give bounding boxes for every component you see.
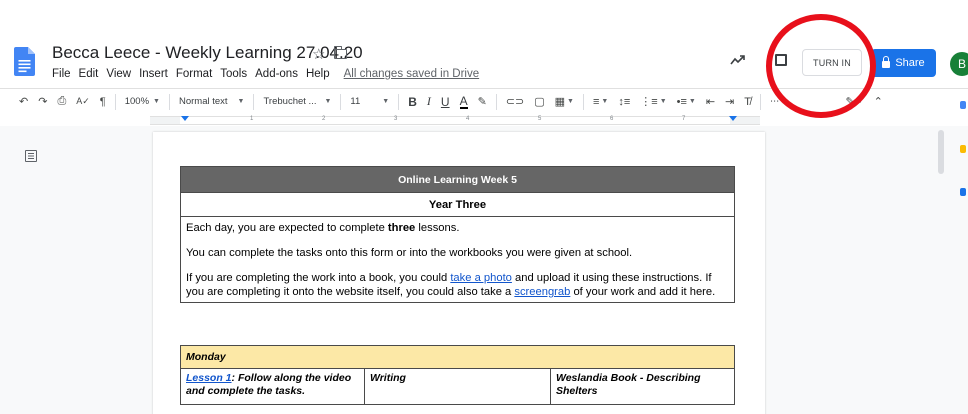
menu-format[interactable]: Format [176,68,212,80]
move-folder-icon[interactable] [334,46,347,59]
zoom-select[interactable]: 100% ▼ [120,96,165,107]
menu-tools[interactable]: Tools [220,68,247,80]
side-panel-keep-icon[interactable] [960,101,966,109]
left-indent-marker[interactable] [181,116,189,121]
chevron-down-icon: ▼ [382,98,390,105]
document-outline-icon[interactable] [25,150,37,162]
formatting-toolbar: ↶ ↷ ⎙ A✓ ¶ 100% ▼ Normal text ▼ Trebuchet … [0,88,968,114]
ruler-number: 6 [610,116,614,122]
redo-icon[interactable]: ↷ [33,95,52,108]
more-options-button[interactable]: ⋯ [765,96,785,107]
turn-in-button[interactable]: TURN IN [802,49,862,76]
editing-mode-icon[interactable]: ✎ ▼ [841,95,869,108]
monday-table: Monday Lesson 1: Follow along the video … [180,345,735,405]
star-icon[interactable]: ☆ [312,45,325,63]
spellcheck-icon[interactable]: A✓ [71,96,95,107]
paint-format-icon[interactable]: ¶ [95,96,111,108]
lock-icon [882,56,891,68]
vertical-scrollbar[interactable] [938,130,944,174]
print-icon[interactable]: ⎙ [52,95,71,108]
menu-bar: File Edit View Insert Format Tools Add-o… [52,68,479,80]
add-comment-icon[interactable]: ▢ [529,95,549,108]
font-size-value: 11 [350,96,361,107]
underline-button[interactable]: U [436,95,455,109]
docs-logo-icon[interactable] [14,47,35,76]
line-spacing-icon[interactable]: ↕≡ [613,96,635,108]
collapse-chevron-icon[interactable]: ⌃ [869,95,888,108]
align-icon[interactable]: ≡ ▼ [588,96,613,108]
lesson-cell[interactable]: Lesson 1: Follow along the video and com… [180,368,365,405]
bulleted-list-icon[interactable]: •≡ ▼ [672,96,701,108]
style-value: Normal text [178,96,228,107]
clear-formatting-icon[interactable]: T̸ [739,96,756,108]
bold-button[interactable]: B [403,95,422,109]
lesson-1-link[interactable]: Lesson 1 [186,372,232,384]
table-header[interactable]: Online Learning Week 5 [180,166,735,193]
share-button[interactable]: Share [871,49,936,77]
menu-insert[interactable]: Insert [139,68,168,80]
link-icon[interactable]: ⊂⊃ [501,95,529,108]
intro-paragraph-2: You can complete the tasks onto this for… [186,247,633,259]
highlight-icon[interactable]: ✎ [473,95,492,108]
day-header[interactable]: Monday [180,345,735,369]
ruler-number: 2 [322,116,326,122]
ruler-number: 7 [682,116,686,122]
text-color-button[interactable]: A [455,95,473,109]
ruler-active-area [180,117,730,124]
font-value: Trebuchet ... [263,96,317,107]
user-avatar[interactable]: B [950,52,968,76]
menu-help[interactable]: Help [306,68,330,80]
take-a-photo-link[interactable]: take a photo [450,272,512,284]
side-panel-tasks-icon[interactable] [960,145,966,153]
intro-text-cell[interactable]: Each day, you are expected to complete t… [180,216,735,303]
ruler-number: 5 [538,116,542,122]
chevron-down-icon: ▼ [153,98,160,105]
numbered-list-icon[interactable]: ⋮≡ ▼ [635,95,671,108]
style-select[interactable]: Normal text ▼ [174,96,250,107]
intro-paragraph-3: If you are completing the work into a bo… [186,272,716,298]
chevron-down-icon: ▼ [324,98,332,105]
menu-edit[interactable]: Edit [79,68,99,80]
increase-indent-icon[interactable]: ⇥ [720,95,739,108]
font-size-select[interactable]: 11 ▼ [345,96,394,107]
decrease-indent-icon[interactable]: ⇤ [701,95,720,108]
undo-icon[interactable]: ↶ [14,95,33,108]
screengrab-link[interactable]: screengrab [514,286,570,298]
ruler[interactable]: 1 2 3 4 5 6 7 [150,116,760,125]
menu-file[interactable]: File [52,68,71,80]
activity-trend-icon[interactable] [730,54,746,66]
side-panel-calendar-icon[interactable] [960,188,966,196]
italic-button[interactable]: I [422,94,436,109]
subject-cell[interactable]: Writing [364,368,551,405]
menu-view[interactable]: View [106,68,131,80]
task-cell[interactable]: Weslandia Book - Describing Shelters [550,368,735,405]
insert-image-icon[interactable]: ▦ ▼ [550,95,579,108]
menu-add-ons[interactable]: Add-ons [255,68,298,80]
share-button-label: Share [895,57,925,69]
zoom-value: 100% [124,96,150,107]
font-select[interactable]: Trebuchet ... ▼ [258,96,336,107]
ruler-number: 4 [466,116,470,122]
ruler-number: 1 [250,116,254,122]
comment-history-icon[interactable] [775,54,787,66]
save-status-link[interactable]: All changes saved in Drive [344,68,480,80]
text-color-label: A [459,93,468,109]
intro-paragraph-1: Each day, you are expected to complete t… [186,222,460,234]
right-indent-marker[interactable] [729,116,737,121]
chevron-down-icon: ▼ [237,98,245,105]
ruler-number: 3 [394,116,398,122]
table-subheader[interactable]: Year Three [180,192,735,217]
intro-table: Online Learning Week 5 Year Three Each d… [180,166,735,303]
